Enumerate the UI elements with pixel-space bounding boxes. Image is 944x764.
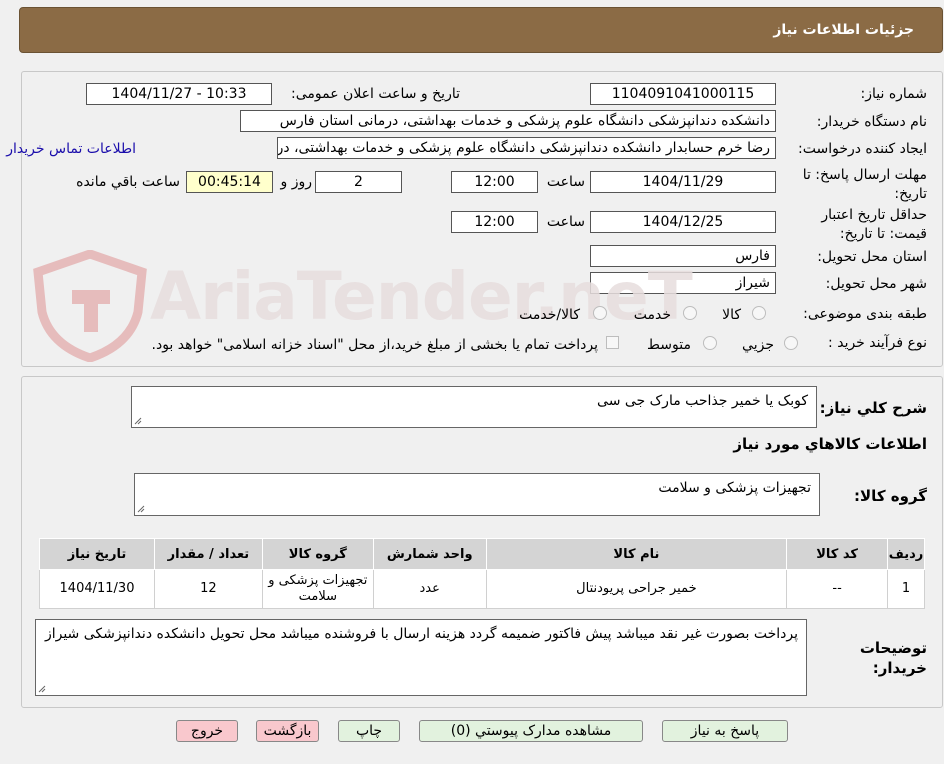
title-bar: جزئیات اطلاعات نیاز bbox=[19, 7, 943, 53]
cell-goods-group: تجهیزات پزشکی و سلامت bbox=[261, 569, 374, 609]
buyer-org-label: نام دستگاه خریدار: bbox=[816, 114, 927, 130]
process-type-label: نوع فرآیند خرید : bbox=[828, 335, 927, 351]
remaining-time-field: 00:45:14 bbox=[186, 171, 273, 193]
treasury-payment-note: پرداخت تمام یا بخشی از مبلغ خرید،از محل … bbox=[151, 337, 598, 353]
announce-date-label: تاریخ و ساعت اعلان عمومی: bbox=[291, 86, 460, 102]
validity-date-field: 1404/12/25 bbox=[590, 211, 776, 233]
province-field: فارس bbox=[590, 245, 776, 267]
col-quantity: تعداد / مقدار bbox=[154, 538, 263, 570]
process-option-minor: جزیي bbox=[742, 337, 774, 353]
goods-group-textarea[interactable]: تجهیزات پزشکی و سلامت bbox=[134, 473, 820, 516]
validity-time-label: ساعت bbox=[546, 214, 585, 230]
category-radio-goods-service[interactable] bbox=[593, 306, 607, 320]
col-unit: واحد شمارش bbox=[372, 538, 487, 570]
category-option-goods-service: کالا/خدمت bbox=[519, 307, 580, 323]
col-row-number: رديف bbox=[887, 538, 925, 570]
deadline-date-field: 1404/11/29 bbox=[590, 171, 776, 193]
goods-group-text: تجهیزات پزشکی و سلامت bbox=[658, 480, 811, 496]
treasury-payment-checkbox[interactable] bbox=[606, 336, 619, 349]
resize-grip-icon bbox=[134, 417, 142, 425]
goods-table: رديف کد کالا نام کالا واحد شمارش گروه کا… bbox=[39, 538, 925, 609]
category-radio-goods[interactable] bbox=[752, 306, 766, 320]
deadline-label-line1: مهلت ارسال پاسخ: تا bbox=[802, 167, 927, 183]
days-remaining-field: 2 bbox=[315, 171, 402, 193]
category-option-goods: کالا bbox=[722, 307, 741, 323]
col-goods-name: نام کالا bbox=[485, 538, 788, 570]
description-textarea[interactable]: کوبک یا خمیر جذاحب مارک جی سی bbox=[131, 386, 817, 428]
deadline-time-field: 12:00 bbox=[451, 171, 538, 193]
table-row: 1 -- خمیر جراحی پریودنتال عدد تجهیزات پز… bbox=[39, 569, 925, 609]
validity-label-line2: قیمت: تا تاریخ: bbox=[839, 226, 927, 242]
process-radio-medium[interactable] bbox=[703, 336, 717, 350]
buyer-notes-label: توضیحات خریدار: bbox=[860, 638, 927, 678]
city-field: شیراز bbox=[590, 272, 776, 294]
process-option-medium: متوسط bbox=[647, 337, 691, 353]
col-need-date: تاریخ نیاز bbox=[39, 538, 155, 570]
days-label: روز و bbox=[280, 174, 313, 190]
need-number-label: شماره نیاز: bbox=[860, 86, 928, 102]
print-button[interactable]: چاپ bbox=[338, 720, 400, 742]
description-text: کوبک یا خمیر جذاحب مارک جی سی bbox=[597, 393, 808, 409]
process-radio-minor[interactable] bbox=[784, 336, 798, 350]
deadline-time-label: ساعت bbox=[546, 174, 585, 190]
deadline-label-line2: تاریخ: bbox=[894, 186, 927, 202]
cell-quantity: 12 bbox=[154, 569, 263, 609]
validity-label: حداقل تاریخ اعتبار قیمت: تا تاریخ: bbox=[821, 206, 927, 244]
buyer-notes-label-line2: خریدار: bbox=[872, 659, 927, 677]
goods-section-title: اطلاعات کالاهاي مورد نياز bbox=[733, 435, 927, 453]
need-number-field: 1104091041000115 bbox=[590, 83, 776, 105]
goods-table-header: رديف کد کالا نام کالا واحد شمارش گروه کا… bbox=[39, 538, 925, 570]
city-label: شهر محل تحویل: bbox=[825, 276, 927, 292]
buyer-org-field: دانشکده دندانپزشکی دانشگاه علوم پزشکی و … bbox=[240, 110, 776, 132]
back-button[interactable]: بازگشت bbox=[256, 720, 319, 742]
category-option-service: خدمت bbox=[633, 307, 671, 323]
cell-unit: عدد bbox=[372, 569, 487, 609]
goods-group-label: گروه کالا: bbox=[854, 487, 927, 505]
col-goods-group: گروه کالا bbox=[261, 538, 374, 570]
remaining-time-label: ساعت باقي مانده bbox=[76, 174, 180, 190]
description-label: شرح کلي نياز: bbox=[819, 399, 927, 417]
requester-label: ایجاد کننده درخواست: bbox=[798, 141, 927, 157]
announce-date-field: 1404/11/27 - 10:33 bbox=[86, 83, 272, 105]
category-label: طبقه بندی موضوعی: bbox=[803, 306, 927, 322]
resize-grip-icon bbox=[38, 685, 46, 693]
col-goods-code: کد کالا bbox=[786, 538, 889, 570]
cell-need-date: 1404/11/30 bbox=[39, 569, 155, 609]
buyer-notes-label-line1: توضیحات bbox=[859, 639, 927, 657]
cell-row-number: 1 bbox=[887, 569, 925, 609]
view-attachments-button[interactable]: مشاهده مدارک پیوستي (0) bbox=[419, 720, 643, 742]
exit-button[interactable]: خروج bbox=[176, 720, 238, 742]
buyer-contact-link[interactable]: اطلاعات تماس خریدار bbox=[6, 141, 136, 158]
category-radio-service[interactable] bbox=[683, 306, 697, 320]
requester-field: رضا خرم حسابدار دانشکده دندانپزشکی دانشگ… bbox=[277, 137, 776, 159]
cell-goods-name: خمیر جراحی پریودنتال bbox=[485, 569, 788, 609]
validity-time-field: 12:00 bbox=[451, 211, 538, 233]
deadline-label: مهلت ارسال پاسخ: تا تاریخ: bbox=[803, 166, 927, 204]
reply-button[interactable]: پاسخ به نیاز bbox=[662, 720, 788, 742]
cell-goods-code: -- bbox=[786, 569, 889, 609]
window-title: جزئیات اطلاعات نیاز bbox=[773, 22, 914, 38]
buyer-notes-text: پرداخت بصورت غیر نقد میباشد پیش فاکتور ض… bbox=[44, 626, 798, 642]
validity-label-line1: حداقل تاریخ اعتبار bbox=[821, 207, 927, 223]
province-label: استان محل تحویل: bbox=[817, 249, 927, 265]
buyer-notes-textarea[interactable]: پرداخت بصورت غیر نقد میباشد پیش فاکتور ض… bbox=[35, 619, 807, 696]
resize-grip-icon bbox=[137, 505, 145, 513]
